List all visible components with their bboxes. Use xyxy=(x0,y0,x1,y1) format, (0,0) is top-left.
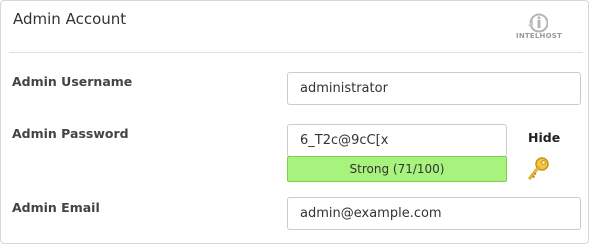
hide-password-link[interactable]: Hide xyxy=(528,130,560,145)
admin-username-input[interactable] xyxy=(287,72,581,105)
admin-email-label: Admin Email xyxy=(12,200,100,215)
admin-password-label: Admin Password xyxy=(12,126,129,141)
admin-password-input[interactable] xyxy=(287,124,507,157)
logo-mark-icon xyxy=(528,13,548,33)
panel-title: Admin Account xyxy=(13,10,127,28)
key-icon[interactable] xyxy=(527,156,551,182)
intelhost-logo: INTELHOST xyxy=(509,13,569,45)
title-divider xyxy=(9,52,583,53)
password-strength-bar: Strong (71/100) xyxy=(287,156,507,182)
logo-text: INTELHOST xyxy=(516,32,562,40)
admin-username-label: Admin Username xyxy=(12,74,133,89)
admin-account-panel: Admin Account INTELHOST Admin Username A… xyxy=(0,0,589,244)
admin-email-input[interactable] xyxy=(287,197,581,230)
